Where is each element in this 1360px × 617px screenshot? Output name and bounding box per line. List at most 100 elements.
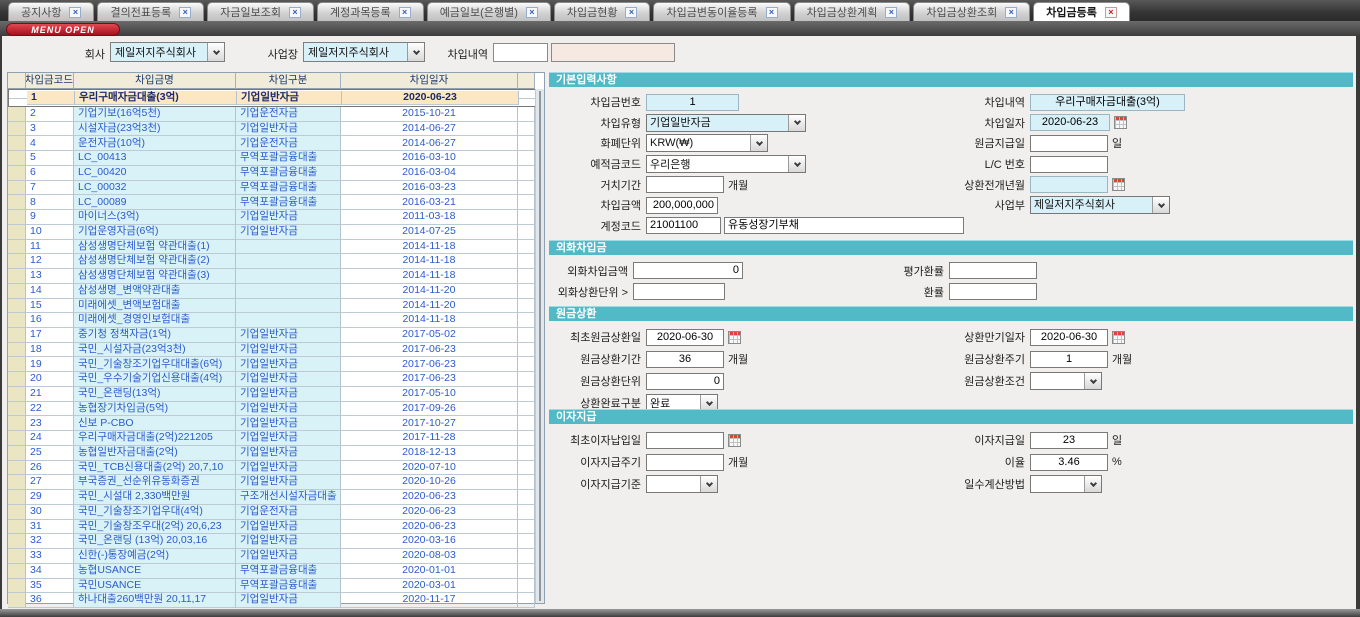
- table-row[interactable]: 25농협일반자금대출(2억)기업일반자금2018-12-13: [8, 446, 544, 461]
- table-row[interactable]: 18국민_시설자금(23억3천)기업일반자금2017-06-23: [8, 343, 544, 358]
- table-row[interactable]: 15미래에셋_변액보험대출2014-11-20: [8, 299, 544, 314]
- close-icon[interactable]: ×: [399, 7, 411, 18]
- table-row[interactable]: 33신한(-)통장예금(2억)기업일반자금2020-08-03: [8, 549, 544, 564]
- table-row[interactable]: 20국민_우수기술기업신용대출(4억)기업일반자금2017-06-23: [8, 372, 544, 387]
- tab[interactable]: 예금일보(은행별)×: [427, 2, 551, 21]
- table-row[interactable]: 5LC_00413무역포괄금융대출2016-03-10: [8, 151, 544, 166]
- field-input[interactable]: 21001100: [646, 217, 721, 234]
- calendar-icon[interactable]: [728, 331, 741, 344]
- table-row[interactable]: 31국민_기술창조우대(2억) 20,6,23기업일반자금2020-06-23: [8, 520, 544, 535]
- table-row[interactable]: 2기업기보(16억5천)기업운전자금2015-10-21: [8, 107, 544, 122]
- field-input[interactable]: [949, 283, 1037, 300]
- close-icon[interactable]: ×: [766, 7, 778, 18]
- field-input[interactable]: 200,000,000: [646, 197, 718, 214]
- table-row[interactable]: 7LC_00032무역포괄금융대출2016-03-23: [8, 181, 544, 196]
- tab[interactable]: 계정과목등록×: [317, 2, 424, 21]
- tab[interactable]: 차입금상환조회×: [913, 2, 1030, 21]
- table-row[interactable]: 24우리구매자금대출(2억)221205기업일반자금2017-11-28: [8, 431, 544, 446]
- field-input[interactable]: 유동성장기부채: [724, 217, 964, 234]
- field-readonly[interactable]: 1: [646, 94, 739, 111]
- field-input[interactable]: 3.46: [1030, 454, 1108, 471]
- table-row[interactable]: 29국민_시설대 2,330백만원구조개선시설자금대출2020-06-23: [8, 490, 544, 505]
- table-row[interactable]: 35국민USANCE무역포괄금융대출2020-03-01: [8, 579, 544, 594]
- table-row[interactable]: 3시설자금(23억3천)기업일반자금2014-06-27: [8, 122, 544, 137]
- table-row[interactable]: 6LC_00420무역포괄금융대출2016-03-04: [8, 166, 544, 181]
- table-row[interactable]: 26국민_TCB신용대출(2억) 20,7,10기업일반자금2020-07-10: [8, 461, 544, 476]
- field-input[interactable]: 0: [633, 262, 743, 279]
- table-scrollbar[interactable]: [535, 89, 544, 603]
- table-row[interactable]: 12삼성생명단체보험 약관대출(2)2014-11-18: [8, 254, 544, 269]
- field-input[interactable]: [646, 454, 724, 471]
- table-row[interactable]: 9마이너스(3억)기업일반자금2011-03-18: [8, 210, 544, 225]
- table-row[interactable]: 21국민_온랜딩(13억)기업일반자금2017-05-10: [8, 387, 544, 402]
- menu-open-button[interactable]: MENU OPEN: [6, 23, 120, 36]
- table-row[interactable]: 22농협장기차입금(5억)기업일반자금2017-09-26: [8, 402, 544, 417]
- close-icon[interactable]: ×: [625, 7, 637, 18]
- chevron-down-icon[interactable]: [788, 115, 805, 131]
- table-row[interactable]: 4운전자금(10억)기업운전자금2014-06-27: [8, 136, 544, 151]
- company-select[interactable]: 제일저지주식회사: [110, 42, 225, 62]
- field-select[interactable]: KRW(₩): [646, 134, 768, 152]
- field-input[interactable]: 2020-06-30: [1030, 329, 1108, 346]
- field-select[interactable]: 우리은행: [646, 155, 806, 173]
- field-input[interactable]: 2020-06-30: [646, 329, 724, 346]
- table-row[interactable]: 32국민_온랜딩 (13억) 20,03,16기업일반자금2020-03-16: [8, 534, 544, 549]
- field-input[interactable]: [646, 176, 724, 193]
- table-row[interactable]: 16미래에셋_경영인보험대출2014-11-18: [8, 313, 544, 328]
- table-row[interactable]: 34농협USANCE무역포괄금융대출2020-01-01: [8, 564, 544, 579]
- field-input[interactable]: [949, 262, 1037, 279]
- table-row[interactable]: 1우리구매자금대출(3억)기업일반자금2020-06-23: [8, 89, 544, 107]
- table-row[interactable]: 23신보 P-CBO기업일반자금2017-10-27: [8, 416, 544, 431]
- table-row[interactable]: 27부국증권_선순위유동화증권기업일반자금2020-10-26: [8, 475, 544, 490]
- loan-desc-input-2[interactable]: [551, 43, 675, 62]
- chevron-down-icon[interactable]: [1084, 476, 1101, 492]
- field-input[interactable]: [1030, 156, 1108, 173]
- table-row[interactable]: 36하나대출260백만원 20,11,17기업일반자금2020-11-17: [8, 593, 544, 608]
- table-row[interactable]: 19국민_기술창조기업우대대출(6억)기업일반자금2017-06-23: [8, 357, 544, 372]
- field-input[interactable]: [646, 432, 724, 449]
- field-input[interactable]: 36: [646, 351, 724, 368]
- close-icon[interactable]: ×: [526, 7, 538, 18]
- plant-select[interactable]: 제일저지주식회사: [303, 42, 425, 62]
- chevron-down-icon[interactable]: [750, 135, 767, 151]
- chevron-down-icon[interactable]: [1084, 373, 1101, 389]
- close-icon[interactable]: ×: [885, 7, 897, 18]
- tab[interactable]: 자금일보조회×: [207, 2, 314, 21]
- table-row[interactable]: 14삼성생명_변액약관대출2014-11-20: [8, 284, 544, 299]
- field-input[interactable]: [1030, 135, 1108, 152]
- close-icon[interactable]: ×: [1005, 7, 1017, 18]
- field-input[interactable]: 0: [646, 373, 724, 390]
- field-input[interactable]: [633, 283, 725, 300]
- loan-desc-input[interactable]: [493, 43, 548, 62]
- calendar-icon[interactable]: [1112, 331, 1125, 344]
- field-select[interactable]: [646, 475, 718, 493]
- field-select[interactable]: [1030, 475, 1102, 493]
- close-icon[interactable]: ×: [179, 7, 191, 18]
- table-row[interactable]: 30국민_기술창조기업우대(4억)기업운전자금2020-06-23: [8, 505, 544, 520]
- calendar-icon[interactable]: [1114, 116, 1127, 129]
- table-row[interactable]: 10기업운영자금(6억)기업일반자금2014-07-25: [8, 225, 544, 240]
- field-select[interactable]: [1030, 372, 1102, 390]
- chevron-down-icon[interactable]: [788, 156, 805, 172]
- tab[interactable]: 차입금변동이율등록×: [653, 2, 790, 21]
- table-row[interactable]: 8LC_00089무역포괄금융대출2016-03-21: [8, 195, 544, 210]
- calendar-icon[interactable]: [728, 434, 741, 447]
- table-row[interactable]: 11삼성생명단체보험 약관대출(1)2014-11-18: [8, 240, 544, 255]
- field-select[interactable]: 제일저지주식회사: [1030, 196, 1170, 214]
- field-readonly[interactable]: [1030, 176, 1108, 193]
- close-icon[interactable]: ×: [1105, 7, 1117, 18]
- table-row[interactable]: 17중기청 정책자금(1억)기업일반자금2017-05-02: [8, 328, 544, 343]
- close-icon[interactable]: ×: [69, 7, 81, 18]
- tab[interactable]: 차입금현황×: [554, 2, 651, 21]
- field-readonly[interactable]: 우리구매자금대출(3억): [1030, 94, 1185, 111]
- chevron-down-icon[interactable]: [700, 476, 717, 492]
- calendar-icon[interactable]: [1112, 178, 1125, 191]
- tab[interactable]: 공지사항×: [8, 2, 94, 21]
- field-readonly[interactable]: 2020-06-23: [1030, 114, 1110, 131]
- chevron-down-icon[interactable]: [1152, 197, 1169, 213]
- tab[interactable]: 결의전표등록×: [97, 2, 204, 21]
- close-icon[interactable]: ×: [289, 7, 301, 18]
- field-select[interactable]: 기업일반자금: [646, 114, 806, 132]
- chevron-down-icon[interactable]: [207, 43, 224, 61]
- table-row[interactable]: 13삼성생명단체보험 약관대출(3)2014-11-18: [8, 269, 544, 284]
